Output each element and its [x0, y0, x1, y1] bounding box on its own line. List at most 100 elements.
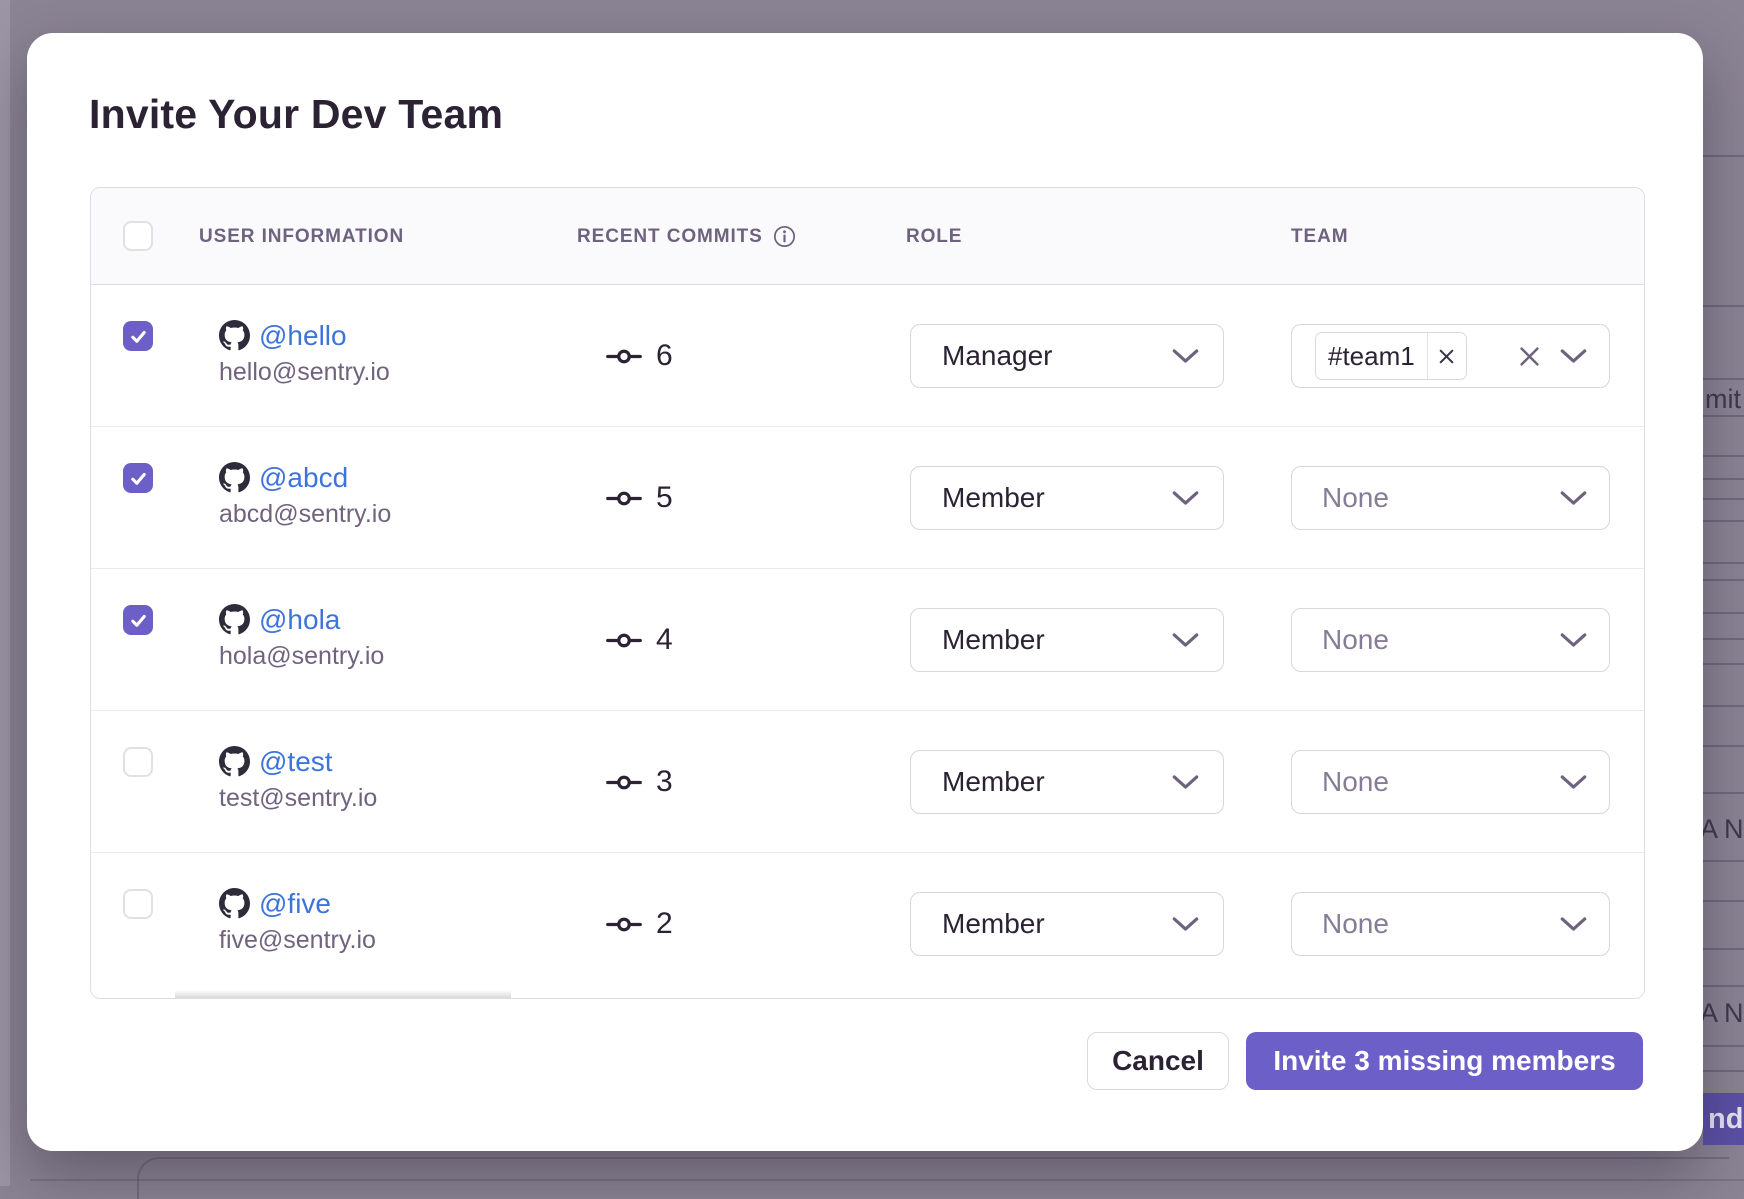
team-select-placeholder: None	[1315, 624, 1560, 656]
team-select[interactable]: #team1	[1291, 324, 1610, 388]
github-icon	[219, 320, 250, 351]
role-select-value: Member	[942, 766, 1172, 798]
background-row-line	[1703, 612, 1744, 614]
column-header-team: TEAM	[1291, 188, 1348, 285]
github-username-link[interactable]: @five	[259, 888, 331, 920]
background-row-line	[1703, 663, 1744, 665]
github-icon	[219, 462, 250, 493]
team-select[interactable]: None	[1291, 750, 1610, 814]
commit-count: 3	[656, 765, 673, 799]
user-info-cell: @hola hola@sentry.io	[219, 602, 384, 671]
recent-commits-cell: 5	[605, 427, 673, 569]
background-row-line	[1703, 705, 1744, 707]
github-icon	[219, 604, 250, 635]
table-row: @test test@sentry.io 3 Member None	[91, 711, 1644, 853]
info-icon[interactable]	[773, 225, 796, 248]
role-select-value: Member	[942, 482, 1172, 514]
user-email: hola@sentry.io	[219, 642, 384, 671]
user-info-cell: @abcd abcd@sentry.io	[219, 460, 391, 529]
chevron-down-icon	[1560, 490, 1587, 506]
chevron-down-icon	[1560, 774, 1587, 790]
team-select-placeholder: None	[1315, 908, 1560, 940]
role-select[interactable]: Member	[910, 750, 1224, 814]
row-checkbox[interactable]	[123, 747, 153, 777]
background-row-line	[1703, 745, 1744, 747]
background-text-fragment: mit	[1705, 384, 1741, 415]
recent-commits-cell: 2	[605, 853, 673, 995]
check-icon	[129, 469, 148, 488]
role-select-value: Member	[942, 908, 1172, 940]
github-username-link[interactable]: @abcd	[259, 462, 348, 494]
github-username-link[interactable]: @test	[259, 746, 333, 778]
chevron-down-icon	[1172, 632, 1199, 648]
background-button-fragment-text: nd	[1708, 1103, 1743, 1136]
table-row: @hello hello@sentry.io 6 Manager #team1	[91, 285, 1644, 427]
row-checkbox[interactable]	[123, 889, 153, 919]
role-select[interactable]: Member	[910, 608, 1224, 672]
background-button-fragment: nd	[1703, 1093, 1744, 1145]
user-email: hello@sentry.io	[219, 358, 390, 387]
git-commit-icon	[605, 486, 643, 511]
background-row-line	[1703, 900, 1744, 902]
git-commit-icon	[605, 344, 643, 369]
background-text-fragment: A Nc	[1700, 814, 1744, 845]
background-row-line	[1703, 1045, 1744, 1047]
chevron-down-icon	[1560, 348, 1587, 364]
check-icon	[129, 611, 148, 630]
background-row-line	[1703, 579, 1744, 581]
commit-count: 5	[656, 481, 673, 515]
row-checkbox[interactable]	[123, 463, 153, 493]
user-info-cell: @hello hello@sentry.io	[219, 318, 390, 387]
github-icon	[219, 888, 250, 919]
invite-members-table: USER INFORMATION RECENT COMMITS ROLE TEA…	[90, 187, 1645, 999]
background-row-line	[1703, 455, 1744, 457]
background-row-line	[1703, 478, 1744, 480]
invite-missing-members-button[interactable]: Invite 3 missing members	[1246, 1032, 1643, 1090]
git-commit-icon	[605, 912, 643, 937]
chevron-down-icon	[1172, 490, 1199, 506]
background-row-line	[1703, 562, 1744, 564]
commit-count: 4	[656, 623, 673, 657]
row-checkbox[interactable]	[123, 605, 153, 635]
user-email: five@sentry.io	[219, 926, 376, 955]
background-row-line	[1703, 948, 1744, 950]
background-row-line	[1703, 638, 1744, 640]
select-all-checkbox[interactable]	[123, 221, 153, 251]
commit-count: 6	[656, 339, 673, 373]
background-row-line	[1703, 860, 1744, 862]
background-panel-bottom-edge	[30, 1179, 1744, 1181]
github-username-link[interactable]: @hello	[259, 320, 347, 352]
cancel-button[interactable]: Cancel	[1087, 1032, 1229, 1090]
check-icon	[129, 327, 148, 346]
role-select[interactable]: Manager	[910, 324, 1224, 388]
team-clear-icon[interactable]	[1518, 345, 1541, 368]
chevron-down-icon	[1172, 774, 1199, 790]
background-page-edge	[0, 0, 10, 1186]
role-select-value: Manager	[942, 340, 1172, 372]
background-panel-outline	[137, 1157, 1729, 1199]
role-select[interactable]: Member	[910, 466, 1224, 530]
background-row-line	[1703, 520, 1744, 522]
github-username-link[interactable]: @hola	[259, 604, 340, 636]
table-row: @five five@sentry.io 2 Member None	[91, 853, 1644, 995]
user-info-cell: @five five@sentry.io	[219, 886, 376, 955]
team-select[interactable]: None	[1291, 466, 1610, 530]
chevron-down-icon	[1560, 916, 1587, 932]
team-select[interactable]: None	[1291, 608, 1610, 672]
column-header-user-information: USER INFORMATION	[199, 188, 404, 285]
team-chip-remove-icon[interactable]	[1427, 333, 1466, 379]
background-row-line	[1703, 155, 1744, 157]
team-chip-label: #team1	[1316, 341, 1427, 372]
background-row-line	[1703, 985, 1744, 987]
user-info-cell: @test test@sentry.io	[219, 744, 377, 813]
background-row-line	[1703, 415, 1744, 417]
team-select[interactable]: None	[1291, 892, 1610, 956]
user-email: test@sentry.io	[219, 784, 377, 813]
invite-dev-team-modal: Invite Your Dev Team USER INFORMATION RE…	[27, 33, 1703, 1151]
github-icon	[219, 746, 250, 777]
column-header-recent-commits: RECENT COMMITS	[577, 188, 796, 285]
background-row-line	[1703, 792, 1744, 794]
row-checkbox[interactable]	[123, 321, 153, 351]
team-select-placeholder: None	[1315, 766, 1560, 798]
role-select[interactable]: Member	[910, 892, 1224, 956]
